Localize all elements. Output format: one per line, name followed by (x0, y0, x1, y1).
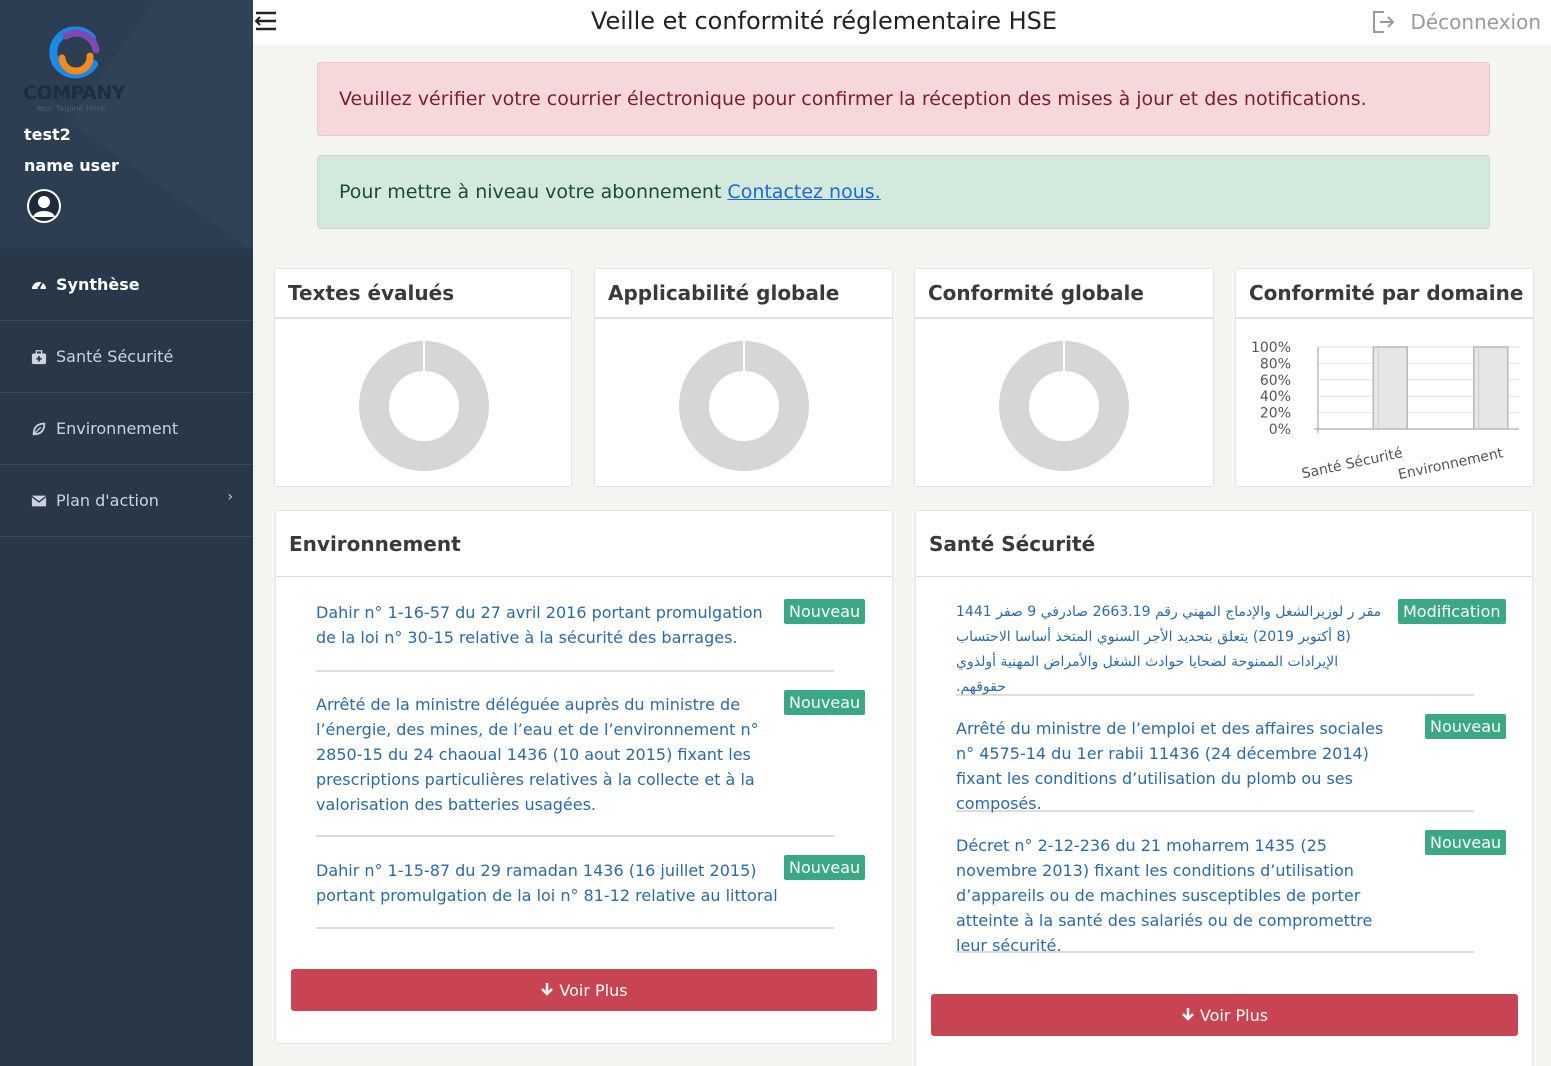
envelope-icon (30, 492, 48, 510)
company-logo: COMPANY Your Tagline Here (22, 22, 132, 114)
x-tick-label: Environnement (1397, 445, 1505, 483)
sidebar-item-label: Plan d'action (56, 491, 159, 510)
card-title: Conformité globale (915, 269, 1213, 319)
status-badge: Modification (1398, 599, 1506, 624)
y-tick-label: 80% (1260, 356, 1291, 372)
alert-text: Veuillez vérifier votre courrier électro… (339, 88, 1367, 110)
alert-text: Pour mettre à niveau votre abonnement (339, 181, 722, 203)
item-text[interactable]: Arrêté de la ministre déléguée auprès du… (316, 692, 786, 817)
item-text[interactable]: Décret n° 2-12-236 du 21 moharrem 1435 (… (956, 833, 1404, 958)
y-tick-label: 20% (1260, 406, 1291, 422)
leaf-icon (30, 420, 48, 438)
dashboard-icon (30, 276, 48, 294)
user-name: name user (24, 156, 119, 175)
company-logo-icon (49, 26, 100, 79)
applicabilite-card: Applicabilité globale (594, 268, 893, 487)
textes-evalues-card: Textes évalués (274, 268, 572, 487)
user-icon (29, 191, 59, 221)
item-text[interactable]: Arrêté du ministre de l’emploi et des af… (956, 716, 1404, 816)
applicabilite-donut-chart (679, 341, 809, 471)
sante-securite-card: Santé Sécurité مقر ر لوزيرالشغل والإدماج… (915, 510, 1533, 1066)
y-tick-label: 0% (1269, 422, 1291, 438)
textes-donut-chart (359, 341, 489, 471)
email-verification-alert: Veuillez vérifier votre courrier électro… (317, 62, 1490, 136)
company-tagline: Your Tagline Here (36, 104, 106, 113)
status-badge: Nouveau (784, 855, 866, 880)
list-item[interactable]: Dahir n° 1-15-87 du 29 ramadan 1436 (16 … (316, 858, 834, 929)
conformite-card: Conformité globale (914, 268, 1214, 487)
status-badge: Nouveau (784, 599, 866, 624)
conformite-domaine-card: Conformité par domaine 100% 80% 60% 40% 20% 0… (1235, 268, 1534, 487)
arrow-down-icon (540, 981, 554, 1000)
y-tick-label: 40% (1260, 389, 1291, 405)
voir-plus-label: Voir Plus (1199, 1005, 1269, 1025)
top-header: Veille et conformité réglementaire HSE D… (253, 0, 1551, 45)
arrow-down-icon (1181, 1006, 1195, 1025)
x-tick-label: Santé Sécurité (1300, 445, 1404, 482)
y-tick-label: 100% (1251, 340, 1291, 356)
voir-plus-button[interactable]: Voir Plus (931, 994, 1518, 1036)
logout-label: Déconnexion (1410, 10, 1541, 34)
sidebar-item-sante-securite[interactable]: Santé Sécurité (0, 321, 253, 393)
logout-button[interactable]: Déconnexion (1370, 9, 1541, 35)
sidebar-item-synthese[interactable]: Synthèse (0, 249, 253, 321)
voir-plus-label: Voir Plus (559, 980, 628, 1000)
card-title: Santé Sécurité (916, 511, 1532, 577)
list-item[interactable]: Arrêté de la ministre déléguée auprès du… (316, 692, 834, 837)
sidebar-header: COMPANY Your Tagline Here test2 name use… (0, 0, 253, 249)
conformite-donut-chart (999, 341, 1129, 471)
card-title: Conformité par domaine (1236, 269, 1533, 319)
contact-link[interactable]: Contactez nous. (727, 181, 880, 203)
domain-bar-chart: 100%80%60%40%20%0% Santé SécuritéEnvironn… (1251, 340, 1519, 483)
item-text[interactable]: Dahir n° 1-16-57 du 27 avril 2016 portan… (316, 600, 786, 650)
y-tick-label: 60% (1260, 373, 1291, 389)
sidebar-item-plan-action[interactable]: Plan d'action › (0, 465, 253, 537)
status-badge: Nouveau (1425, 830, 1507, 855)
first-aid-icon (30, 348, 48, 366)
item-text[interactable]: مقر ر لوزيرالشغل والإدماج المهني رقم 266… (956, 600, 1386, 700)
status-badge: Nouveau (1425, 714, 1507, 739)
sidebar-item-environnement[interactable]: Environnement (0, 393, 253, 465)
company-name: COMPANY (23, 82, 126, 104)
subscription-alert: Pour mettre à niveau votre abonnement Co… (317, 155, 1490, 229)
environnement-card: Environnement Dahir n° 1-16-57 du 27 avr… (275, 510, 893, 1044)
card-title: Textes évalués (275, 269, 571, 319)
sidebar: COMPANY Your Tagline Here test2 name use… (0, 0, 253, 1066)
card-title: Applicabilité globale (595, 269, 892, 319)
sidebar-item-label: Synthèse (56, 275, 140, 294)
sidebar-item-label: Santé Sécurité (56, 347, 174, 366)
item-text[interactable]: Dahir n° 1-15-87 du 29 ramadan 1436 (16 … (316, 858, 786, 908)
list-item[interactable]: Dahir n° 1-16-57 du 27 avril 2016 portan… (316, 600, 834, 672)
list-item[interactable]: مقر ر لوزيرالشغل والإدماج المهني رقم 266… (956, 600, 1474, 696)
status-badge: Nouveau (784, 690, 866, 715)
chevron-right-icon: › (227, 489, 233, 505)
page-title: Veille et conformité réglementaire HSE (590, 7, 1058, 35)
avatar[interactable] (27, 189, 61, 223)
logout-icon (1373, 11, 1395, 33)
sidebar-item-label: Environnement (56, 419, 179, 438)
voir-plus-button[interactable]: Voir Plus (291, 969, 877, 1011)
card-title: Environnement (276, 511, 892, 577)
list-item[interactable]: Décret n° 2-12-236 du 21 moharrem 1435 (… (956, 833, 1474, 955)
list-item[interactable]: Arrêté du ministre de l’emploi et des af… (956, 716, 1474, 813)
user-org: test2 (24, 125, 71, 144)
